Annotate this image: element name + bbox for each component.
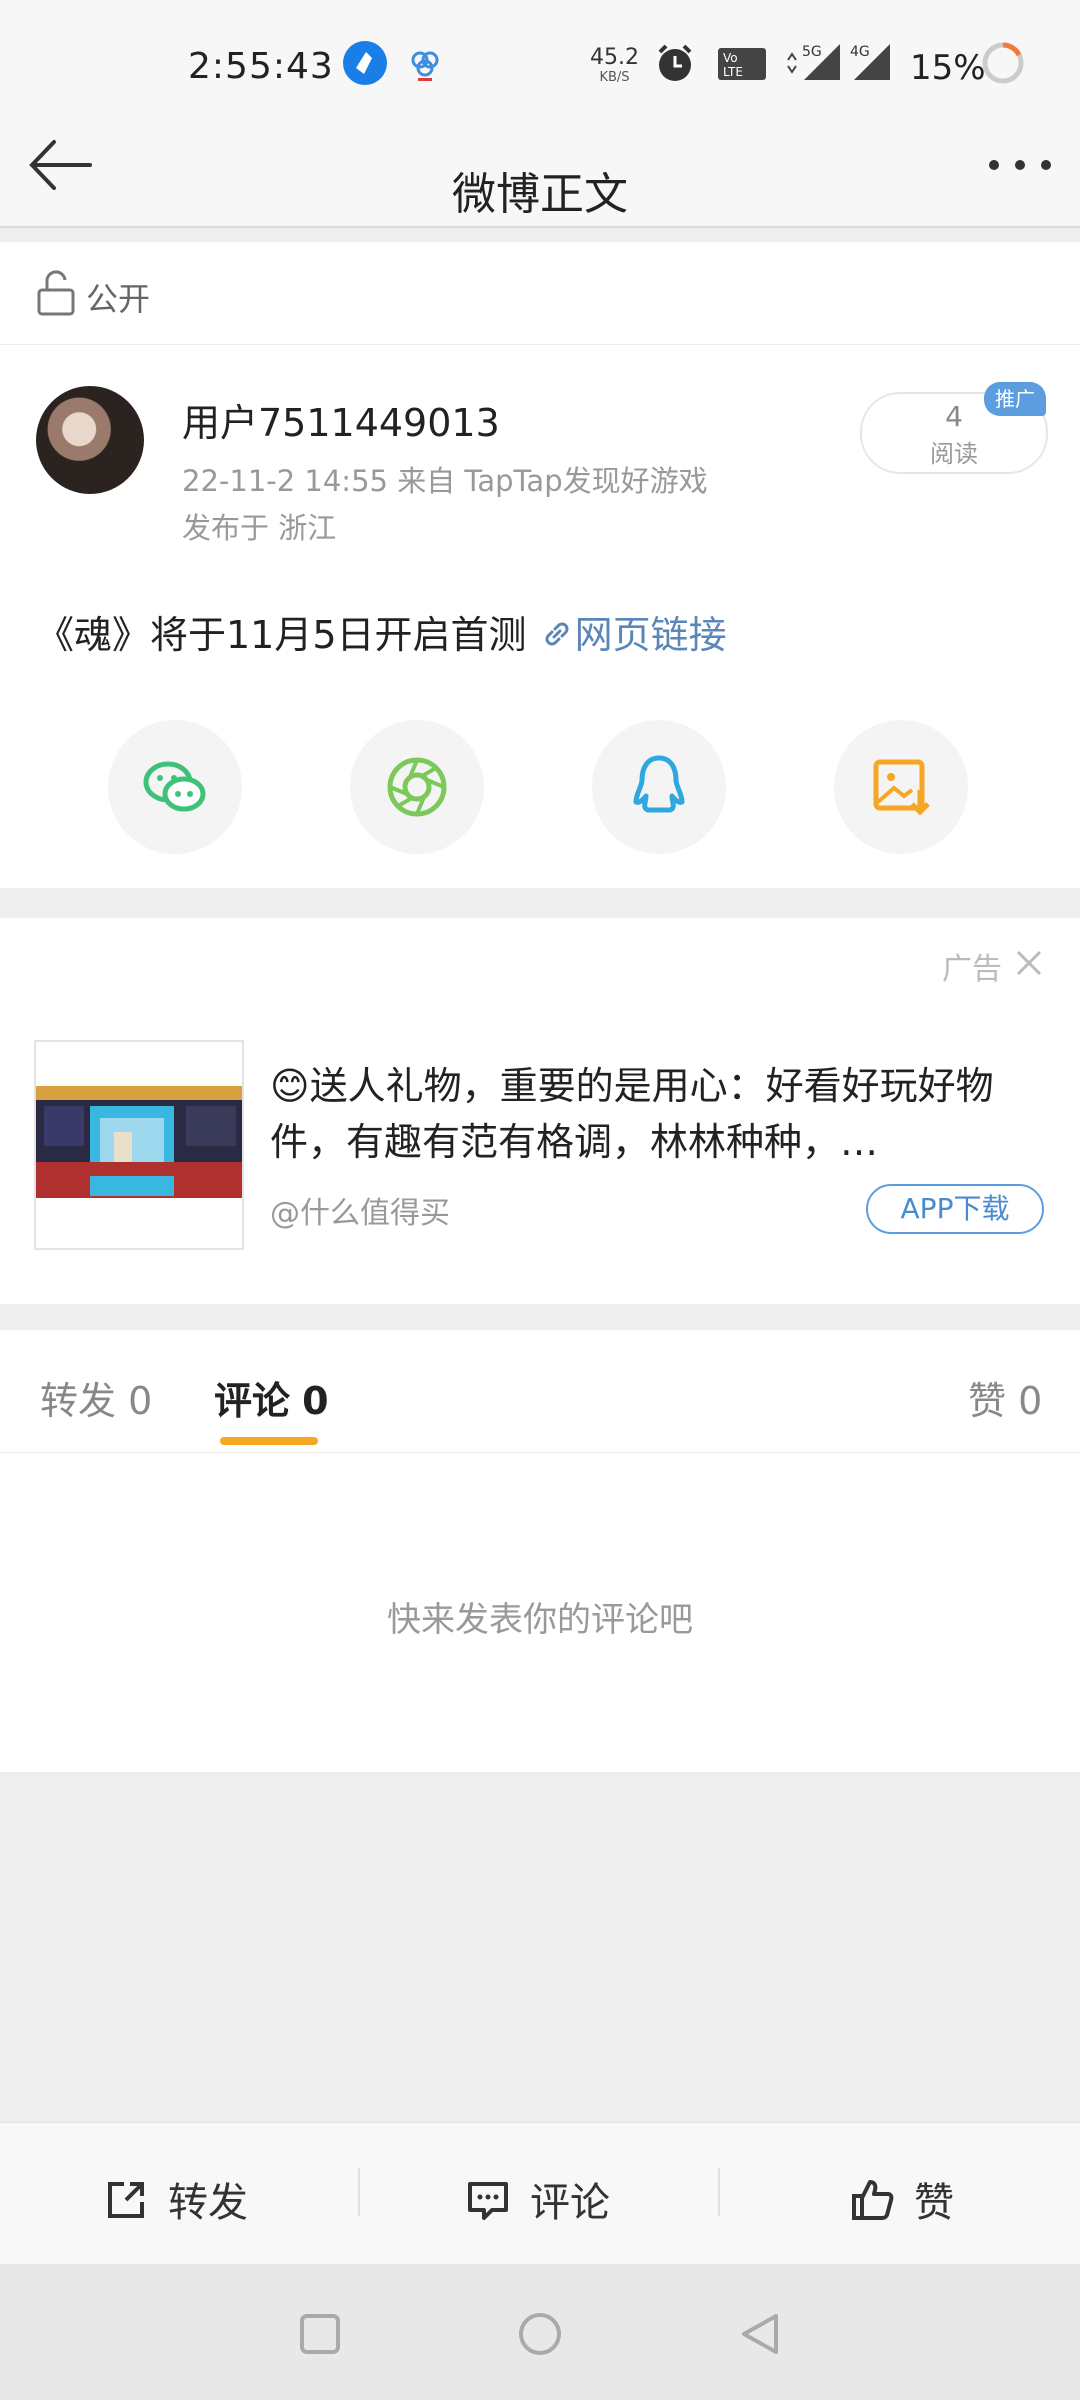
share-qq-button[interactable] (592, 720, 726, 854)
link-icon (545, 622, 569, 646)
status-time: 2:55:43 (188, 46, 334, 87)
share-moments-button[interactable] (350, 720, 484, 854)
thumbs-up-icon (852, 2180, 894, 2220)
like-button[interactable]: 赞 (848, 2170, 954, 2228)
page-title: 微博正文 (452, 169, 628, 220)
comment-button[interactable]: 评论 (464, 2170, 610, 2228)
back-nav-icon[interactable] (736, 2310, 784, 2358)
visibility-label: 公开 (86, 280, 151, 318)
avatar[interactable] (36, 386, 144, 494)
app-download-button[interactable]: APP下载 (866, 1184, 1044, 1234)
more-icon[interactable] (980, 140, 1060, 190)
ad-source: @什么值得买 (270, 1196, 450, 1231)
recent-apps-icon[interactable] (296, 2310, 344, 2358)
home-icon[interactable] (516, 2310, 564, 2358)
save-image-icon (873, 759, 930, 816)
unlock-icon (36, 270, 76, 316)
volte-icon: Vo LTE (716, 40, 766, 86)
visibility-row (0, 242, 1080, 345)
header-divider (0, 226, 1080, 228)
share-wechat-button[interactable] (108, 720, 242, 854)
svg-text:Vo: Vo (723, 51, 738, 65)
post-content: 《魂》将于11月5日开启首测 网页链接 (36, 613, 727, 657)
battery-ring-icon (980, 40, 1026, 86)
qq-icon (633, 755, 685, 813)
tab-divider (0, 1452, 1080, 1453)
interaction-panel (0, 1330, 1080, 1772)
post-location: 发布于 浙江 (182, 511, 337, 545)
tab-comment[interactable]: 评论 0 (214, 1370, 329, 1425)
app-notification-icon (342, 40, 388, 86)
net-speed: 45.2 KB/S (590, 45, 639, 86)
ad-title[interactable]: 😊送人礼物，重要的是用心：好看好玩好物件，有趣有范有格调，林林种种，… (270, 1058, 1040, 1170)
promote-badge[interactable]: 推广 (984, 382, 1046, 416)
signal-4g-icon: 4G (848, 40, 894, 86)
ad-label: 广告 (942, 952, 1002, 987)
save-image-button[interactable] (834, 720, 968, 854)
username[interactable]: 用户7511449013 (182, 392, 500, 447)
ad-close-icon[interactable] (1014, 948, 1044, 978)
ad-thumbnail[interactable] (34, 1040, 244, 1250)
moments-icon (387, 757, 447, 817)
comment-icon (468, 2182, 508, 2220)
post-time-source: 22-11-2 14:55 来自 TapTap发现好游戏 (182, 464, 708, 498)
svg-text:5G: 5G (802, 44, 822, 60)
share-out-icon (108, 2182, 144, 2218)
svg-text:LTE: LTE (723, 65, 743, 79)
flower-app-icon (402, 40, 448, 86)
signal-5g-icon: 5G (784, 40, 840, 86)
svg-text:4G: 4G (850, 44, 870, 60)
empty-comments-text: 快来发表你的评论吧 (387, 1600, 693, 1640)
wechat-icon (143, 761, 206, 812)
repost-button[interactable]: 转发 (102, 2170, 248, 2228)
alarm-icon (652, 40, 698, 86)
action-divider (358, 2168, 360, 2216)
active-tab-indicator (220, 1437, 318, 1445)
tab-repost[interactable]: 转发 0 (40, 1370, 152, 1425)
battery-percent: 15% (910, 48, 986, 88)
action-divider (718, 2168, 720, 2216)
web-link[interactable]: 网页链接 (539, 613, 727, 657)
tab-like[interactable]: 赞 0 (968, 1370, 1042, 1425)
read-label: 阅读 (930, 440, 978, 468)
